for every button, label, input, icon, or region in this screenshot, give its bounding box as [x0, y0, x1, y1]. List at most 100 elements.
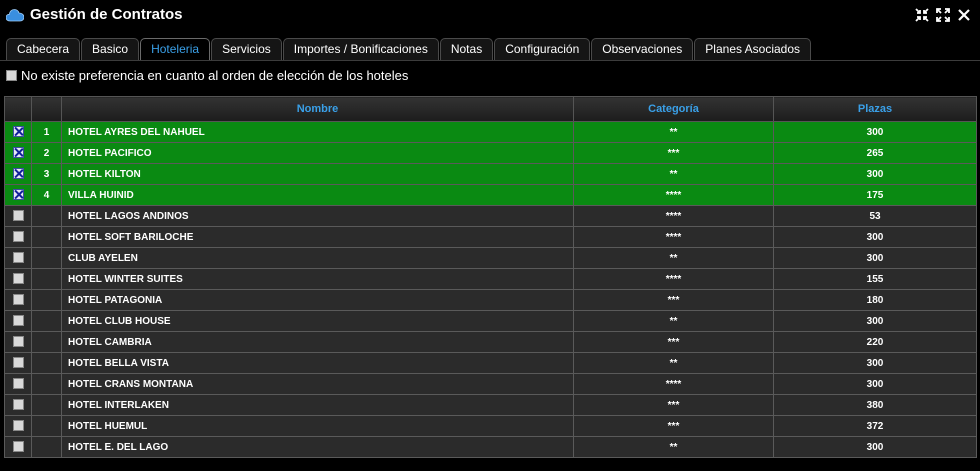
table-row[interactable]: HOTEL BELLA VISTA ** 300: [4, 352, 977, 374]
row-select-cell[interactable]: [4, 352, 32, 374]
row-select-cell[interactable]: [4, 268, 32, 290]
order-cell: [31, 352, 62, 374]
hotel-name-cell: HOTEL HUEMUL: [61, 415, 574, 437]
row-checkbox[interactable]: [12, 252, 24, 264]
tab-importes-bonificaciones[interactable]: Importes / Bonificaciones: [282, 38, 439, 60]
row-select-cell[interactable]: [4, 121, 32, 143]
order-cell: [31, 205, 62, 227]
tab-configuracion[interactable]: Configuración: [494, 38, 591, 60]
row-checkbox[interactable]: [12, 126, 24, 138]
tab-notas[interactable]: Notas: [439, 38, 494, 60]
plazas-cell: 300: [773, 163, 977, 185]
maximize-icon[interactable]: [935, 7, 951, 23]
tab-cabecera[interactable]: Cabecera: [6, 38, 81, 60]
order-cell: [31, 331, 62, 353]
row-checkbox[interactable]: [12, 336, 24, 348]
title-bar: Gestión de Contratos: [0, 0, 980, 32]
table-row[interactable]: HOTEL LAGOS ANDINOS **** 53: [4, 205, 977, 227]
table-row[interactable]: 1 HOTEL AYRES DEL NAHUEL ** 300: [4, 121, 977, 143]
table-row[interactable]: 3 HOTEL KILTON ** 300: [4, 163, 977, 185]
row-checkbox[interactable]: [12, 399, 24, 411]
table-row[interactable]: 4 VILLA HUINID **** 175: [4, 184, 977, 206]
row-select-cell[interactable]: [4, 142, 32, 164]
table-row[interactable]: HOTEL CLUB HOUSE ** 300: [4, 310, 977, 332]
row-checkbox[interactable]: [12, 378, 24, 390]
hotel-name-cell: HOTEL CRANS MONTANA: [61, 373, 574, 395]
preference-checkbox[interactable]: [6, 70, 17, 81]
order-cell: [31, 289, 62, 311]
row-select-cell[interactable]: [4, 205, 32, 227]
table-row[interactable]: CLUB AYELEN ** 300: [4, 247, 977, 269]
plazas-cell: 300: [773, 436, 977, 458]
table-row[interactable]: HOTEL HUEMUL *** 372: [4, 415, 977, 437]
column-header-plazas[interactable]: Plazas: [773, 96, 977, 122]
hotel-name-cell: HOTEL E. DEL LAGO: [61, 436, 574, 458]
table-row[interactable]: HOTEL E. DEL LAGO ** 300: [4, 436, 977, 458]
row-select-cell[interactable]: [4, 226, 32, 248]
row-checkbox[interactable]: [12, 315, 24, 327]
hotel-name-cell: HOTEL WINTER SUITES: [61, 268, 574, 290]
row-select-cell[interactable]: [4, 310, 32, 332]
category-cell: ***: [573, 415, 774, 437]
row-checkbox[interactable]: [12, 168, 24, 180]
plazas-cell: 265: [773, 142, 977, 164]
hotel-name-cell: HOTEL KILTON: [61, 163, 574, 185]
table-row[interactable]: HOTEL INTERLAKEN *** 380: [4, 394, 977, 416]
hotel-name-cell: HOTEL AYRES DEL NAHUEL: [61, 121, 574, 143]
table-row[interactable]: HOTEL CAMBRIA *** 220: [4, 331, 977, 353]
tab-observaciones[interactable]: Observaciones: [591, 38, 694, 60]
order-cell: [31, 226, 62, 248]
row-checkbox[interactable]: [12, 294, 24, 306]
plazas-cell: 180: [773, 289, 977, 311]
plazas-cell: 53: [773, 205, 977, 227]
row-checkbox[interactable]: [12, 231, 24, 243]
row-select-cell[interactable]: [4, 394, 32, 416]
table-row[interactable]: HOTEL WINTER SUITES **** 155: [4, 268, 977, 290]
row-checkbox[interactable]: [12, 147, 24, 159]
row-select-cell[interactable]: [4, 289, 32, 311]
table-row[interactable]: HOTEL SOFT BARILOCHE **** 300: [4, 226, 977, 248]
close-icon[interactable]: [956, 7, 972, 23]
row-select-cell[interactable]: [4, 247, 32, 269]
table-row[interactable]: HOTEL PATAGONIA *** 180: [4, 289, 977, 311]
hotel-name-cell: HOTEL LAGOS ANDINOS: [61, 205, 574, 227]
row-checkbox[interactable]: [12, 189, 24, 201]
plazas-cell: 155: [773, 268, 977, 290]
tab-servicios[interactable]: Servicios: [211, 38, 282, 60]
plazas-cell: 300: [773, 247, 977, 269]
order-cell: 2: [31, 142, 62, 164]
hotel-name-cell: HOTEL BELLA VISTA: [61, 352, 574, 374]
row-select-cell[interactable]: [4, 415, 32, 437]
category-cell: ***: [573, 394, 774, 416]
row-checkbox[interactable]: [12, 210, 24, 222]
row-select-cell[interactable]: [4, 436, 32, 458]
table-row[interactable]: HOTEL CRANS MONTANA **** 300: [4, 373, 977, 395]
order-cell: [31, 415, 62, 437]
column-header-categoria[interactable]: Categoría: [573, 96, 774, 122]
table-header: Nombre Categoría Plazas: [4, 96, 977, 122]
tab-basico[interactable]: Basico: [81, 38, 140, 60]
hotel-name-cell: HOTEL PATAGONIA: [61, 289, 574, 311]
category-cell: ***: [573, 331, 774, 353]
order-cell: [31, 268, 62, 290]
hotel-name-cell: HOTEL SOFT BARILOCHE: [61, 226, 574, 248]
category-cell: ****: [573, 268, 774, 290]
row-select-cell[interactable]: [4, 331, 32, 353]
row-select-cell[interactable]: [4, 163, 32, 185]
row-select-cell[interactable]: [4, 184, 32, 206]
minimize-icon[interactable]: [914, 7, 930, 23]
row-checkbox[interactable]: [12, 420, 24, 432]
row-checkbox[interactable]: [12, 441, 24, 453]
row-select-cell[interactable]: [4, 373, 32, 395]
preference-option[interactable]: No existe preferencia en cuanto al orden…: [6, 68, 408, 83]
tab-hoteleria[interactable]: Hoteleria: [140, 38, 211, 60]
row-checkbox[interactable]: [12, 273, 24, 285]
row-checkbox[interactable]: [12, 357, 24, 369]
column-header-nombre[interactable]: Nombre: [61, 96, 574, 122]
tab-planes-asociados[interactable]: Planes Asociados: [694, 38, 812, 60]
table-row[interactable]: 2 HOTEL PACIFICO *** 265: [4, 142, 977, 164]
order-cell: 4: [31, 184, 62, 206]
hotel-name-cell: VILLA HUINID: [61, 184, 574, 206]
category-cell: ****: [573, 205, 774, 227]
plazas-cell: 300: [773, 352, 977, 374]
